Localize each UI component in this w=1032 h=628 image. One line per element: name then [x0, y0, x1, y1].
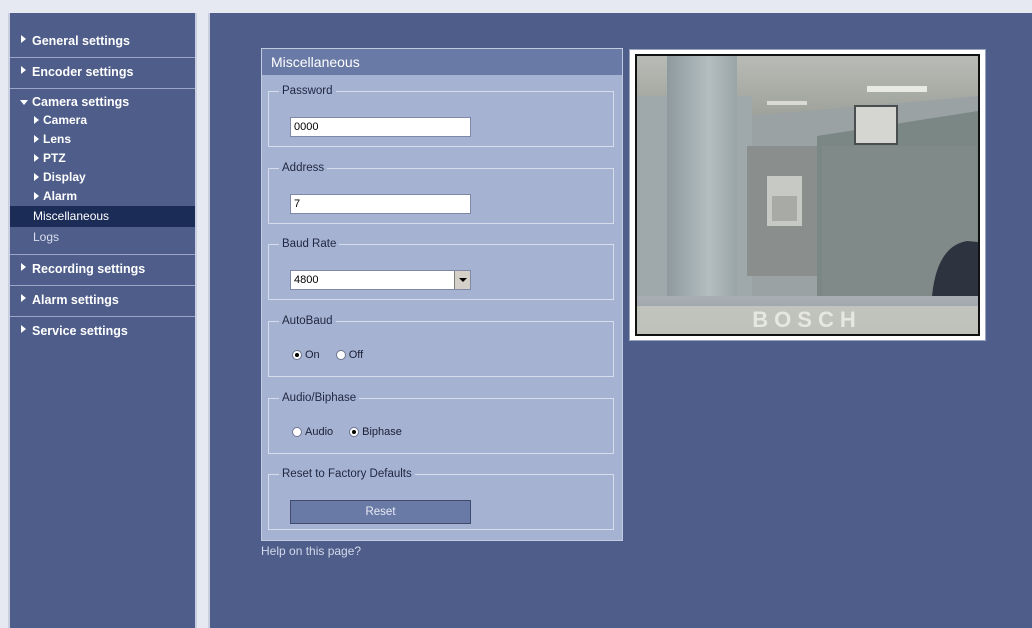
nav-sub-miscellaneous[interactable]: Miscellaneous	[10, 206, 195, 227]
nav-group-service: Service settings	[10, 317, 195, 347]
nav-group-general: General settings	[10, 27, 195, 58]
expand-arrow-icon	[21, 294, 26, 302]
nav-sub-label: Display	[43, 170, 86, 184]
password-input[interactable]: 0000	[290, 117, 471, 137]
expand-arrow-icon	[34, 116, 39, 124]
video-preview: BOSCH	[629, 49, 986, 341]
panel-title: Miscellaneous	[262, 49, 622, 75]
address-legend: Address	[282, 162, 325, 174]
nav-label: Alarm settings	[32, 293, 119, 307]
nav-sub-label: Lens	[43, 132, 72, 146]
expand-arrow-icon	[34, 135, 39, 143]
autobaud-off-label: Off	[348, 349, 364, 361]
nav-group-encoder: Encoder settings	[10, 58, 195, 89]
biphase-label: Biphase	[362, 426, 402, 438]
expand-arrow-icon	[21, 263, 26, 271]
reset-group: Reset to Factory Defaults Reset	[268, 468, 614, 530]
settings-panel: Miscellaneous Password 0000 Address 7 Ba…	[261, 48, 623, 541]
autobaud-on-radio[interactable]	[292, 350, 302, 360]
nav-alarm-settings[interactable]: Alarm settings	[10, 286, 195, 316]
baud-rate-group: Baud Rate 4800	[268, 238, 614, 300]
watermark-text: BOSCH	[752, 307, 861, 332]
baud-rate-legend: Baud Rate	[282, 238, 337, 250]
nav-sub-display[interactable]: Display	[10, 168, 195, 187]
nav-group-alarm: Alarm settings	[10, 286, 195, 317]
expand-arrow-icon	[34, 173, 39, 181]
nav-service-settings[interactable]: Service settings	[10, 317, 195, 347]
expand-arrow-icon	[34, 154, 39, 162]
nav-recording-settings[interactable]: Recording settings	[10, 255, 195, 285]
nav-label: General settings	[32, 34, 130, 48]
nav-sub-lens[interactable]: Lens	[10, 130, 195, 149]
nav-sub-ptz[interactable]: PTZ	[10, 149, 195, 168]
page-frame: General settings Encoder settings Camera…	[0, 0, 1032, 628]
reset-legend: Reset to Factory Defaults	[282, 468, 412, 480]
audio-label: Audio	[305, 426, 334, 438]
autobaud-legend: AutoBaud	[282, 315, 333, 327]
biphase-radio[interactable]	[349, 427, 360, 437]
nav-sub-label: Camera	[43, 113, 88, 127]
expand-arrow-icon	[21, 325, 26, 333]
nav-group-camera: Camera settings Camera Lens PTZ Display …	[10, 89, 195, 255]
nav-general-settings[interactable]: General settings	[10, 27, 195, 57]
autobaud-on-label: On	[305, 349, 320, 361]
dropdown-arrow-icon[interactable]	[454, 271, 470, 289]
password-legend: Password	[282, 85, 333, 97]
audio-biphase-legend: Audio/Biphase	[282, 392, 357, 404]
expand-arrow-icon	[21, 35, 26, 43]
nav-sub-label: Alarm	[43, 189, 78, 203]
audio-biphase-options: Audio Biphase	[292, 426, 418, 438]
autobaud-group: AutoBaud On Off	[268, 315, 614, 377]
main-content: Miscellaneous Password 0000 Address 7 Ba…	[208, 13, 1032, 628]
nav-label: Service settings	[32, 324, 128, 338]
nav-sub-alarm[interactable]: Alarm	[10, 187, 195, 206]
address-group: Address 7	[268, 162, 614, 224]
audio-biphase-group: Audio/Biphase Audio Biphase	[268, 392, 614, 454]
camera-feed-image: BOSCH	[637, 56, 978, 334]
video-image: BOSCH	[635, 54, 980, 336]
nav-sub-camera[interactable]: Camera	[10, 111, 195, 130]
baud-rate-select[interactable]: 4800	[290, 270, 471, 290]
collapse-arrow-icon	[20, 100, 28, 105]
help-link[interactable]: Help on this page?	[261, 544, 361, 558]
expand-arrow-icon	[34, 192, 39, 200]
nav-label: Recording settings	[32, 262, 146, 276]
nav-sub-logs[interactable]: Logs	[10, 227, 195, 248]
password-group: Password 0000	[268, 85, 614, 147]
reset-button[interactable]: Reset	[290, 500, 471, 524]
autobaud-options: On Off	[292, 349, 379, 361]
nav-group-recording: Recording settings	[10, 255, 195, 286]
baud-rate-value: 4800	[294, 274, 319, 286]
nav-sub-label: PTZ	[43, 151, 66, 165]
address-input[interactable]: 7	[290, 194, 471, 214]
nav-label: Camera settings	[32, 95, 130, 109]
nav-encoder-settings[interactable]: Encoder settings	[10, 58, 195, 88]
nav-label: Encoder settings	[32, 65, 134, 79]
autobaud-off-radio[interactable]	[335, 350, 346, 360]
expand-arrow-icon	[21, 66, 26, 74]
sidebar-nav: General settings Encoder settings Camera…	[8, 13, 197, 628]
audio-radio[interactable]	[292, 427, 302, 437]
nav-camera-settings[interactable]: Camera settings	[10, 89, 195, 111]
